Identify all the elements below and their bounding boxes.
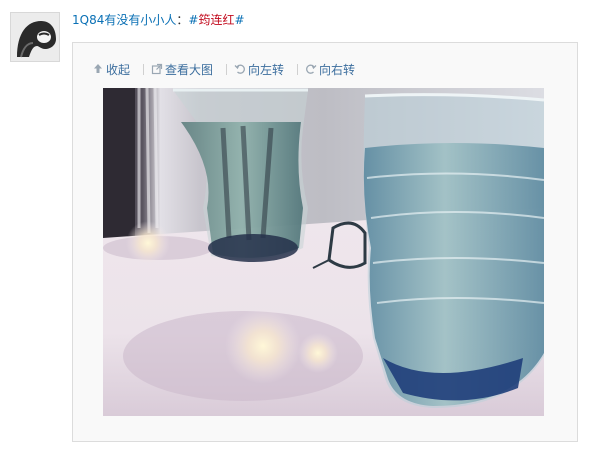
user-avatar-icon xyxy=(11,13,59,61)
view-large-button[interactable]: 查看大图 xyxy=(151,61,213,78)
collapse-button[interactable]: 收起 xyxy=(92,61,130,78)
collapse-label: 收起 xyxy=(106,62,131,77)
user-name-link[interactable]: 1Q84有没有小小人 xyxy=(72,13,176,27)
external-link-icon xyxy=(151,63,163,75)
post-photo[interactable] xyxy=(103,88,544,416)
rotate-left-button[interactable]: 向左转 xyxy=(234,61,284,78)
media-card: 收起 查看大图 向左转 向右转 xyxy=(72,42,578,442)
post-text: 1Q84有没有小小人：#筠连红# xyxy=(72,12,245,28)
topic-link[interactable]: 筠连红 xyxy=(198,13,234,27)
rotate-left-icon xyxy=(234,64,246,74)
toolbar-divider xyxy=(297,63,299,75)
glasses-photo-illustration xyxy=(103,88,544,416)
user-avatar[interactable] xyxy=(10,12,60,62)
arrow-up-icon xyxy=(94,64,102,73)
rotate-right-label: 向右转 xyxy=(319,62,356,77)
media-toolbar: 收起 查看大图 向左转 向右转 xyxy=(92,61,355,77)
view-large-label: 查看大图 xyxy=(165,62,214,77)
rotate-right-icon xyxy=(306,64,317,74)
rotate-left-label: 向左转 xyxy=(248,62,285,77)
colon: ： xyxy=(176,13,189,27)
topic-hash-open[interactable]: # xyxy=(188,13,198,27)
toolbar-divider xyxy=(143,63,145,75)
topic-hash-close[interactable]: # xyxy=(234,13,244,27)
toolbar-divider xyxy=(226,63,228,75)
rotate-right-button[interactable]: 向右转 xyxy=(305,61,355,78)
